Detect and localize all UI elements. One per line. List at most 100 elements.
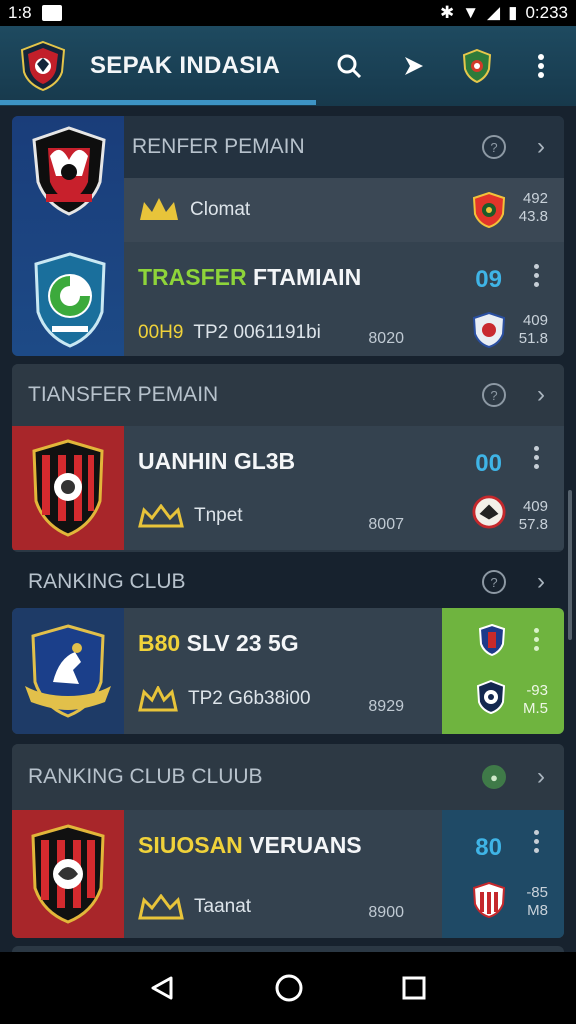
opponent-badge-icon [476,680,506,714]
row-label: TP2 G6b38i00 [188,688,311,709]
row-label: Tnpet [194,505,243,526]
stat-bottom: M.5 [522,700,548,717]
system-nav-bar [0,952,576,1024]
row-stat: -93 M.5 [523,682,548,718]
scrollbar[interactable] [568,490,572,640]
list-item[interactable]: SIUOSAN VERUANS Taanat 8900 80 -85 M8 [12,810,564,938]
help-icon[interactable]: ? [482,135,506,159]
chevron-right-icon[interactable]: › [532,381,550,409]
section-card: RENFER PEMAIN ? › Clomat 492 43.8 TRASFE… [12,116,564,356]
stat-top: -93 [526,682,548,699]
chevron-right-icon[interactable]: › [532,568,550,596]
home-icon[interactable] [274,973,304,1003]
app-logo [20,40,66,92]
app-bar: SEPAK INDASIA [0,26,576,106]
opponent-badge-icon [472,882,506,918]
signal-2-icon: ▮ [508,3,518,22]
club-crest-horse-icon [25,624,111,718]
stat-top: -85 [526,884,548,901]
list-item[interactable]: Clomat 492 43.8 [124,178,564,242]
club-crest-redblack-icon [31,824,105,924]
row-sub: 00H9 TP2 0061191bi [138,322,321,344]
section-card: B80 SLV 23 5G TP2 G6b38i00 8929 -93 M.5 [12,608,564,734]
crown-icon [140,198,178,220]
status-bar: 1:8 ✱ ▼ ◢ ▮ 0:233 [0,0,576,26]
section-title: RANKING CLUB CLUUB [28,765,263,788]
section-title: RENFER PEMAIN [132,135,305,158]
club-badge-icon[interactable] [460,49,494,83]
crest-panel [12,426,124,550]
row-number: 8007 [368,516,404,533]
section-title: RANKING CLUB [28,570,186,593]
chevron-right-icon[interactable]: › [532,763,550,791]
chevron-right-icon[interactable]: › [532,133,550,161]
stat-bottom: 43.8 [518,208,548,225]
section-card: TIANSFER PEMAIN ? › UANHIN GL3B Tnpet 80… [12,364,564,552]
stat-top: 492 [522,190,548,207]
opponent-badge-icon [472,495,506,529]
row-number: 8900 [368,904,404,921]
row-title-rest: FTAMIAIN [246,264,362,290]
row-score: 00 [475,450,502,477]
row-sub: Tnpet [138,504,243,528]
stat-bottom: M8 [527,902,548,919]
search-icon[interactable] [332,49,366,83]
more-icon[interactable] [534,628,540,651]
help-icon[interactable]: ? [482,383,506,407]
row-title-accent: B80 [138,630,181,656]
row-stat: -85 M8 [526,884,548,920]
recents-icon[interactable] [401,975,427,1001]
opponent-badge-icon [472,312,506,348]
crown-icon [138,504,184,528]
row-sub: Taanat [138,894,251,920]
help-icon[interactable]: ? [482,570,506,594]
crest-panel [12,608,124,734]
section-title: TIANSFER PEMAIN [28,383,219,406]
section-header[interactable]: RANKING CLUB CLUUB ● › [12,744,564,810]
row-score: 80 [475,834,502,861]
row-label: Clomat [190,199,251,220]
row-score: 09 [475,266,502,293]
content-list[interactable]: RENFER PEMAIN ? › Clomat 492 43.8 TRASFE… [0,106,576,952]
row-title: TRASFER FTAMIAIN [138,264,361,291]
row-title-accent: TRASFER [138,264,247,290]
row-stat: 409 51.8 [519,312,548,348]
bluetooth-icon: ✱ [439,3,455,22]
row-label: Taanat [194,896,252,917]
share-icon[interactable] [396,49,430,83]
more-icon[interactable] [534,830,540,853]
section-card: RANKING CLUB CLUUB ● › SIUOSAN VERUANS T… [12,744,564,938]
row-title-accent: SIUOSAN [138,832,243,858]
row-code: 00H9 [138,322,184,343]
crown-icon [138,686,178,712]
status-time-left: 1:8 [8,3,32,22]
club-crest-redblack-icon [32,439,104,537]
status-time-right: 0:233 [525,3,568,22]
gallery-icon [41,5,62,21]
stat-bottom: 51.8 [518,330,548,347]
row-number: 8929 [368,698,404,715]
row-number: 8020 [368,330,404,347]
row-title: SIUOSAN VERUANS [138,832,362,859]
row-sub: Clomat [138,196,250,224]
row-title: B80 SLV 23 5G [138,630,299,657]
list-item[interactable]: TRASFER FTAMIAIN 00H9 TP2 0061191bi 8020… [124,242,564,356]
more-icon[interactable] [534,446,540,469]
row-label: TP2 0061191bi [193,322,321,343]
more-icon[interactable] [534,264,540,287]
club-crest-blue-icon [34,252,106,348]
stat-bottom: 57.8 [518,516,548,533]
row-title-rest: VERUANS [242,832,362,858]
row-title: UANHIN GL3B [138,448,296,474]
row-sub: TP2 G6b38i00 [138,686,311,712]
more-icon[interactable] [524,49,558,83]
row-stat: 492 43.8 [519,190,548,226]
crown-icon [138,894,184,920]
back-icon[interactable] [149,974,177,1002]
list-item[interactable]: UANHIN GL3B Tnpet 8007 00 409 57.8 [12,426,564,550]
list-item[interactable]: B80 SLV 23 5G TP2 G6b38i00 8929 -93 M.5 [12,608,564,734]
ball-icon[interactable]: ● [482,765,506,789]
section-header[interactable]: RANKING CLUB ? › [12,556,564,608]
section-header[interactable]: TIANSFER PEMAIN ? › [12,364,564,426]
signal-icon: ◢ [487,3,501,22]
